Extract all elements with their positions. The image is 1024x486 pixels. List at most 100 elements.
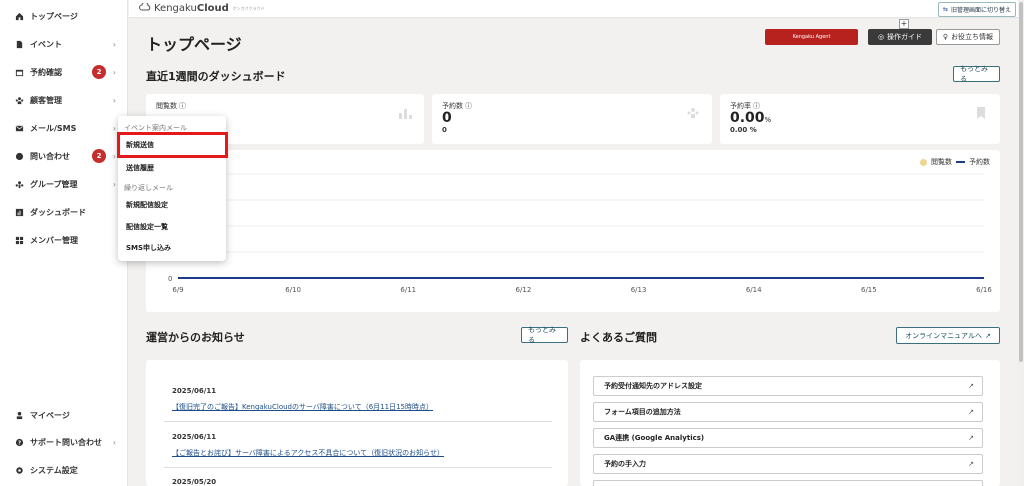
submenu-new-schedule[interactable]: 新規配信設定 bbox=[126, 200, 168, 210]
online-manual-button[interactable]: オンラインマニュアルへ ↗ bbox=[896, 327, 1000, 344]
sidebar-item-label: トップページ bbox=[30, 11, 78, 21]
sidebar-item-dashboard[interactable]: ダッシュボード bbox=[0, 202, 128, 222]
dashboard-more-button[interactable]: もっとみる bbox=[953, 65, 1000, 83]
news-divider bbox=[164, 421, 552, 422]
sidebar-item-customers[interactable]: 顧客管理 › bbox=[0, 90, 128, 110]
submenu-send-history[interactable]: 送信履歴 bbox=[126, 163, 154, 173]
submenu-schedule-list[interactable]: 配信設定一覧 bbox=[126, 222, 168, 232]
news-list: 2025/06/11 【復旧完了のご報告】KengakuCloudのサーバ障害に… bbox=[146, 360, 568, 486]
info-icon: ⓘ bbox=[465, 102, 472, 110]
sidebar-item-top[interactable]: トップページ bbox=[0, 6, 128, 26]
stat-sub-value: 0 bbox=[442, 126, 447, 134]
top-bar: Kengaku Cloud ケンガククラウド ⇆ 旧管理画面に切り替え bbox=[129, 0, 1024, 18]
external-link-icon: ↗ bbox=[968, 460, 974, 468]
faq-item-label: 予約の手入力 bbox=[604, 460, 646, 468]
sidebar-item-settings[interactable]: システム設定 bbox=[0, 460, 128, 480]
switch-legacy-label: 旧管理画面に切り替え bbox=[950, 7, 1011, 14]
y-tick-label: 0 bbox=[168, 275, 172, 283]
sidebar-item-mail[interactable]: メール/SMS › bbox=[0, 118, 128, 138]
stat-label-text: 閲覧数 bbox=[156, 102, 177, 110]
sidebar-item-label: マイページ bbox=[30, 410, 70, 420]
logo-text-bold: Cloud bbox=[196, 3, 229, 14]
faq-item-label: フォーム項目の追加方法 bbox=[604, 408, 681, 416]
useful-info-button[interactable]: ♀ お役立ち情報 bbox=[936, 29, 1000, 45]
group-icon bbox=[14, 179, 24, 189]
stat-label: 閲覧数 ⓘ bbox=[156, 101, 186, 111]
help-icon: ? bbox=[14, 437, 24, 447]
sidebar-item-label: サポート問い合わせ bbox=[30, 437, 102, 447]
user-icon bbox=[14, 410, 24, 420]
x-tick-label: 6/16 bbox=[976, 286, 992, 294]
people-icon bbox=[686, 106, 700, 120]
news-title: 運営からのお知らせ bbox=[146, 331, 245, 344]
bar-chart-icon bbox=[398, 106, 412, 120]
kengaku-agent-button[interactable]: Kengaku Agent bbox=[765, 29, 858, 45]
x-tick-label: 6/10 bbox=[285, 286, 301, 294]
faq-item[interactable]: フォーム項目の追加方法 ↗ bbox=[593, 402, 983, 422]
faq-item[interactable]: GA連携 (Google Analytics) ↗ bbox=[593, 428, 983, 448]
online-manual-label: オンラインマニュアルへ bbox=[905, 331, 982, 340]
faq-item[interactable]: 予約受付通知先のアドレス設定 ↗ bbox=[593, 376, 983, 396]
faq-item[interactable] bbox=[593, 480, 983, 486]
scroll-thumb[interactable] bbox=[1019, 2, 1023, 362]
x-tick-label: 6/13 bbox=[631, 286, 647, 294]
external-link-icon: ↗ bbox=[968, 408, 974, 416]
operation-guide-label: 操作ガイド bbox=[887, 33, 923, 41]
news-link[interactable]: 【ご報告とお詫び】サーバ障害によるアクセス不具合について（復旧状況のお知らせ） bbox=[172, 448, 444, 458]
sidebar-item-mypage[interactable]: マイページ bbox=[0, 405, 128, 425]
news-date: 2025/05/20 bbox=[172, 478, 217, 486]
stat-value-number: 0.00 bbox=[730, 110, 765, 126]
sidebar-item-label: 予約確認 bbox=[30, 67, 62, 77]
external-link-icon: ↗ bbox=[984, 331, 991, 340]
x-tick-label: 6/9 bbox=[172, 286, 183, 294]
sidebar-item-inquiry[interactable]: 問い合わせ 2 › bbox=[0, 146, 128, 166]
notification-badge: 2 bbox=[92, 65, 106, 79]
stat-value-unit: % bbox=[764, 116, 772, 124]
useful-info-label: お役立ち情報 bbox=[951, 33, 994, 41]
plus-icon[interactable]: + bbox=[899, 19, 909, 29]
sidebar-item-members[interactable]: メンバー管理 bbox=[0, 230, 128, 250]
operation-guide-button[interactable]: ◎ 操作ガイド bbox=[868, 29, 932, 45]
page-title: トップページ bbox=[146, 35, 242, 54]
chart-icon bbox=[14, 207, 24, 217]
sidebar-item-label: メール/SMS bbox=[30, 123, 77, 133]
chevron-right-icon: › bbox=[112, 437, 116, 447]
faq-list: 予約受付通知先のアドレス設定 ↗ フォーム項目の追加方法 ↗ GA連携 (Googl… bbox=[580, 360, 1000, 486]
news-link[interactable]: 【復旧完了のご報告】KengakuCloudのサーバ障害について（6月11日15… bbox=[172, 402, 433, 412]
sidebar-item-label: システム設定 bbox=[30, 465, 78, 475]
news-date: 2025/06/11 bbox=[172, 387, 217, 395]
chevron-right-icon: › bbox=[112, 151, 116, 161]
stat-sub-value: 0.00 % bbox=[730, 126, 757, 134]
x-tick-label: 6/12 bbox=[516, 286, 532, 294]
highlight-box bbox=[117, 132, 228, 158]
gear-icon bbox=[14, 465, 24, 475]
sidebar-item-event[interactable]: イベント › bbox=[0, 34, 128, 54]
chevron-right-icon: › bbox=[112, 95, 116, 105]
stat-value: 0 bbox=[442, 110, 452, 126]
submenu-sms-apply[interactable]: SMS申し込み bbox=[126, 243, 171, 253]
faq-item[interactable]: 予約の手入力 ↗ bbox=[593, 454, 983, 474]
more-label: もっとみる bbox=[528, 326, 556, 344]
x-tick-label: 6/11 bbox=[400, 286, 416, 294]
sidebar-item-group[interactable]: グループ管理 › bbox=[0, 174, 128, 194]
news-date: 2025/06/11 bbox=[172, 433, 217, 441]
sidebar-item-support[interactable]: ? サポート問い合わせ › bbox=[0, 432, 128, 452]
people-icon bbox=[14, 95, 24, 105]
sidebar-item-label: メンバー管理 bbox=[30, 235, 78, 245]
calendar-icon bbox=[14, 67, 24, 77]
news-more-button[interactable]: もっとみる bbox=[521, 326, 568, 344]
switch-icon: ⇆ bbox=[942, 6, 948, 13]
scrollbar[interactable] bbox=[1018, 0, 1024, 486]
sidebar-item-label: イベント bbox=[30, 39, 62, 49]
sidebar: トップページ イベント › 予約確認 2 › 顧客管理 › メール/SMS › … bbox=[0, 0, 128, 486]
submenu-group-recurring-mail: 繰り返しメール bbox=[124, 184, 173, 192]
dashboard-chart: 閲覧数 予約数 0 6/9 6/10 6/11 6/12 6/13 6/14 6/15 6/16 bbox=[146, 150, 1000, 312]
info-icon: ⓘ bbox=[179, 102, 186, 110]
switch-legacy-button[interactable]: ⇆ 旧管理画面に切り替え bbox=[937, 2, 1016, 17]
logo[interactable]: Kengaku Cloud ケンガククラウド bbox=[139, 1, 265, 14]
notification-badge: 2 bbox=[92, 149, 106, 163]
chevron-right-icon: › bbox=[112, 123, 116, 133]
sidebar-item-reservation[interactable]: 予約確認 2 › bbox=[0, 62, 128, 82]
sidebar-item-label: ダッシュボード bbox=[30, 207, 86, 217]
chevron-right-icon: › bbox=[112, 39, 116, 49]
